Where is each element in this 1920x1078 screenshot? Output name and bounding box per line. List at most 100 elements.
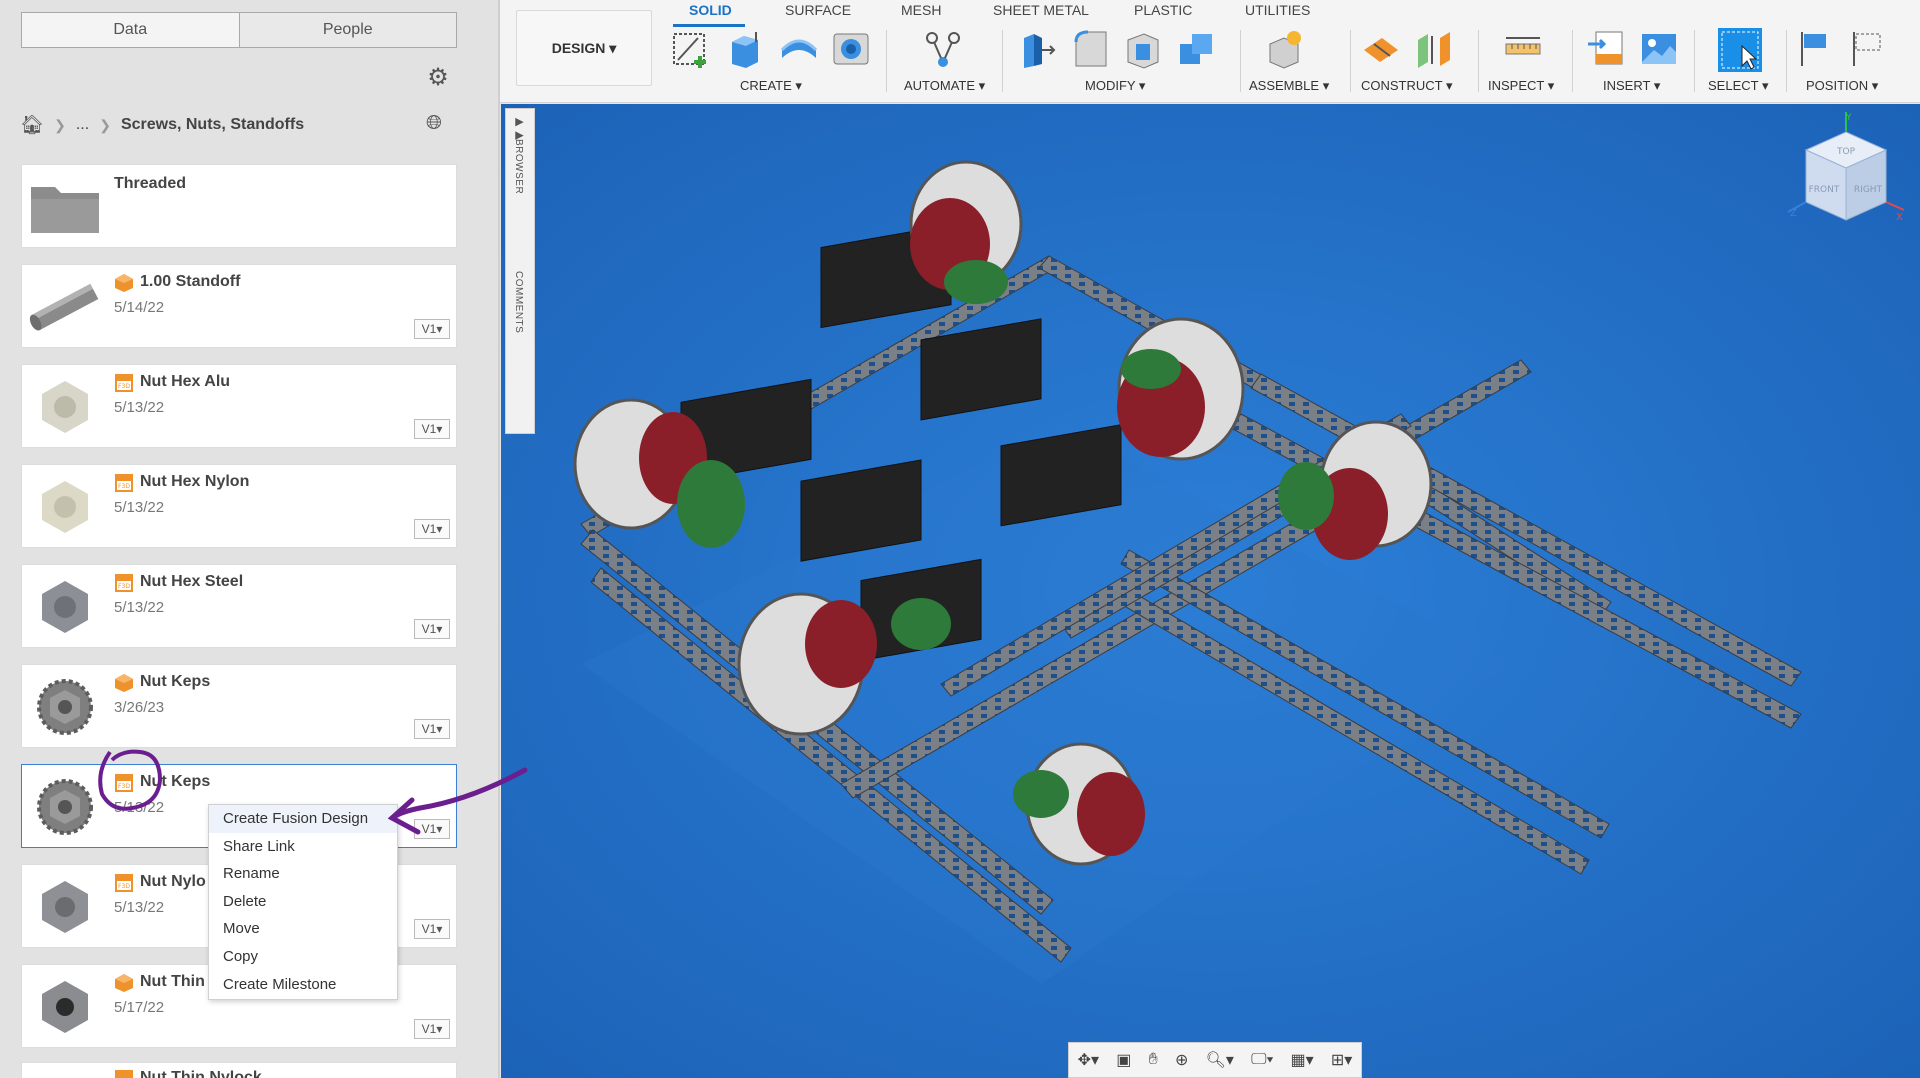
tab-mesh[interactable]: MESH: [901, 2, 941, 18]
menu-item-move[interactable]: Move: [209, 915, 397, 943]
file-title: Nut Keps: [140, 773, 211, 790]
automate-menu[interactable]: AUTOMATE ▾: [904, 78, 985, 94]
standoff-thumbnail: [28, 275, 102, 339]
extrude-icon[interactable]: [724, 28, 766, 70]
settings-gear-icon[interactable]: ⚙: [424, 64, 452, 92]
position-menu[interactable]: POSITION ▾: [1806, 78, 1878, 94]
select-menu[interactable]: SELECT ▾: [1708, 78, 1768, 94]
hex-nut-thumbnail: [28, 575, 102, 639]
create-sketch-icon[interactable]: [670, 28, 712, 70]
insert-menu[interactable]: INSERT ▾: [1603, 78, 1660, 94]
tab-sheet-metal[interactable]: SHEET METAL: [993, 2, 1089, 18]
select-arrow-icon[interactable]: [1716, 26, 1764, 74]
f3d-file-icon: F3D: [114, 773, 134, 793]
menu-item-create-milestone[interactable]: Create Milestone: [209, 971, 397, 999]
automate-icon[interactable]: [922, 28, 964, 70]
file-item[interactable]: F3D Nut Hex Alu 5/13/22 V1 ▾: [21, 364, 457, 448]
thin-nut-thumbnail: [28, 975, 102, 1039]
viewports-icon[interactable]: ⊞▾: [1331, 1050, 1352, 1070]
insert-svg-icon[interactable]: [1586, 28, 1628, 70]
toolbar-divider: [1240, 30, 1241, 92]
zoom-icon[interactable]: ⊕: [1175, 1050, 1188, 1070]
hole-icon[interactable]: [830, 28, 872, 70]
tab-surface[interactable]: SURFACE: [785, 2, 851, 18]
robot-chassis-model: [501, 104, 1920, 1078]
revolve-icon[interactable]: [778, 28, 820, 70]
folder-item[interactable]: Threaded: [21, 164, 457, 248]
file-title: Nut Nylo: [140, 873, 206, 890]
toolbar-divider: [1002, 30, 1003, 92]
menu-item-share-link[interactable]: Share Link: [209, 833, 397, 861]
menu-item-delete[interactable]: Delete: [209, 888, 397, 916]
position-icon[interactable]: [1798, 28, 1840, 70]
file-item[interactable]: F3D Nut Hex Nylon 5/13/22 V1 ▾: [21, 464, 457, 548]
chevron-right-icon: ❯: [54, 116, 66, 133]
insert-image-icon[interactable]: [1638, 28, 1680, 70]
fit-zoom-icon[interactable]: 🔍︎▾: [1206, 1050, 1234, 1070]
comments-label[interactable]: COMMENTS: [513, 271, 524, 333]
f3d-file-icon: F3D: [114, 873, 134, 893]
menu-item-create-fusion-design[interactable]: Create Fusion Design: [209, 805, 397, 833]
browser-label[interactable]: BROWSER: [513, 139, 524, 194]
svg-text:Y: Y: [1845, 113, 1852, 123]
f3d-file-icon: [114, 1069, 134, 1078]
file-item[interactable]: F3D Nut Hex Steel 5/13/22 V1 ▾: [21, 564, 457, 648]
toolbar-divider: [886, 30, 887, 92]
file-item[interactable]: Nut Keps 3/26/23 V1 ▾: [21, 664, 457, 748]
design-cube-icon: [114, 273, 134, 293]
capture-position-icon[interactable]: [1850, 28, 1892, 70]
breadcrumb-ellipsis[interactable]: ...: [76, 116, 89, 134]
workspace-dropdown[interactable]: DESIGN ▾: [516, 10, 652, 86]
tab-people[interactable]: People: [238, 13, 456, 47]
create-menu[interactable]: CREATE ▾: [740, 78, 802, 94]
assemble-menu[interactable]: ASSEMBLE ▾: [1249, 78, 1329, 94]
svg-text:X: X: [1896, 212, 1903, 223]
midplane-icon[interactable]: [1414, 28, 1456, 70]
file-date: 5/13/22: [114, 899, 165, 916]
offset-plane-icon[interactable]: [1360, 28, 1402, 70]
display-settings-icon[interactable]: 🖵︎▾: [1251, 1051, 1273, 1069]
version-dropdown[interactable]: V1 ▾: [414, 919, 450, 939]
inspect-menu[interactable]: INSPECT ▾: [1488, 78, 1554, 94]
version-dropdown[interactable]: V1 ▾: [414, 819, 450, 839]
version-dropdown[interactable]: V1 ▾: [414, 319, 450, 339]
combine-icon[interactable]: [1176, 28, 1218, 70]
new-component-icon[interactable]: [1264, 28, 1306, 70]
tab-solid[interactable]: SOLID: [689, 2, 732, 18]
modify-menu[interactable]: MODIFY ▾: [1085, 78, 1145, 94]
version-dropdown[interactable]: V1 ▾: [414, 519, 450, 539]
fillet-icon[interactable]: [1070, 28, 1112, 70]
orbit-move-icon[interactable]: ✥▾: [1078, 1050, 1099, 1070]
menu-item-copy[interactable]: Copy: [209, 943, 397, 971]
design-canvas[interactable]: [501, 104, 1920, 1078]
menu-item-rename[interactable]: Rename: [209, 860, 397, 888]
file-item[interactable]: Nut Thin Nylock: [21, 1062, 457, 1078]
toolbar-divider: [1694, 30, 1695, 92]
construct-menu[interactable]: CONSTRUCT ▾: [1361, 78, 1453, 94]
share-globe-icon[interactable]: 🌐︎: [426, 112, 442, 135]
shell-icon[interactable]: [1122, 28, 1164, 70]
look-at-icon[interactable]: ▣: [1116, 1050, 1131, 1070]
grid-settings-icon[interactable]: ▦▾: [1291, 1050, 1314, 1070]
file-date: 5/13/22: [114, 799, 165, 816]
toolbar-divider: [1478, 30, 1479, 92]
browser-collapsed-panel[interactable]: ▶▶ BROWSER COMMENTS: [505, 108, 535, 434]
tab-data[interactable]: Data: [22, 13, 239, 47]
tab-plastic[interactable]: PLASTIC: [1134, 2, 1192, 18]
expand-arrow-icon[interactable]: ▶▶: [513, 115, 526, 142]
tab-utilities[interactable]: UTILITIES: [1245, 2, 1310, 18]
file-date: 5/13/22: [114, 599, 165, 616]
hex-nut-thumbnail: [28, 475, 102, 539]
measure-icon[interactable]: [1502, 28, 1544, 70]
svg-text:F3D: F3D: [118, 383, 130, 390]
version-dropdown[interactable]: V1 ▾: [414, 719, 450, 739]
pan-hand-icon[interactable]: ✋︎: [1149, 1051, 1158, 1069]
home-icon[interactable]: 🏠︎: [20, 113, 44, 137]
viewcube[interactable]: TOP FRONT RIGHT Y Z X: [1786, 110, 1906, 240]
version-dropdown[interactable]: V1 ▾: [414, 419, 450, 439]
version-dropdown[interactable]: V1 ▾: [414, 1019, 450, 1039]
version-dropdown[interactable]: V1 ▾: [414, 619, 450, 639]
press-pull-icon[interactable]: [1016, 28, 1058, 70]
file-title: 1.00 Standoff: [140, 273, 241, 290]
file-item[interactable]: 1.00 Standoff 5/14/22 V1 ▾: [21, 264, 457, 348]
